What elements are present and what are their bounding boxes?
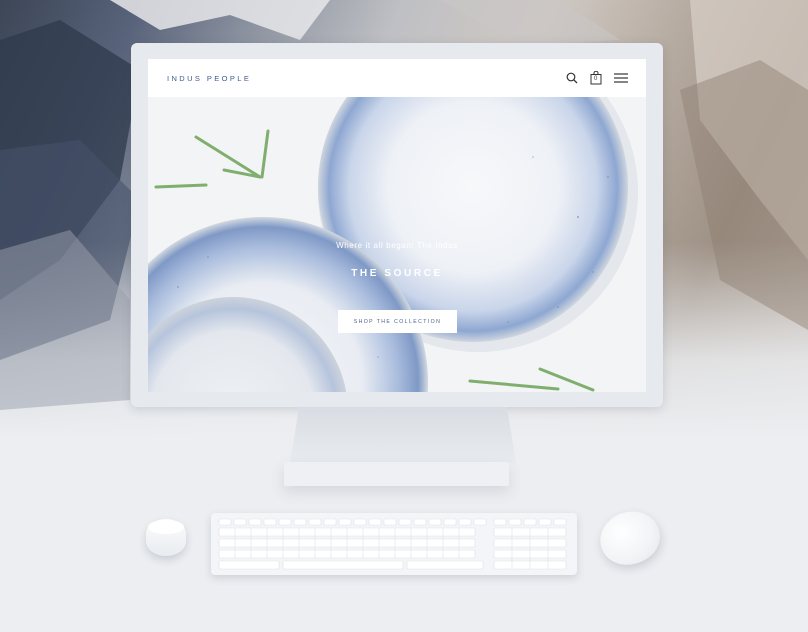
site-header: INDUS PEOPLE 0 xyxy=(148,59,646,97)
keyboard xyxy=(211,513,577,575)
cart-count: 0 xyxy=(594,76,598,82)
hero-banner: Where it all began: The Indus THE SOURCE… xyxy=(148,97,646,392)
keyboard-keys xyxy=(218,518,567,570)
hamburger-menu-icon[interactable] xyxy=(614,73,628,83)
monitor-screen: INDUS PEOPLE 0 Where it all began: The I… xyxy=(148,59,646,392)
monitor-stand xyxy=(290,407,516,463)
mouse xyxy=(593,504,667,572)
hero-tagline: Where it all began: The Indus xyxy=(336,241,458,250)
search-icon[interactable] xyxy=(566,72,578,84)
shop-collection-button[interactable]: SHOP THE COLLECTION xyxy=(338,310,457,333)
brand-logo[interactable]: INDUS PEOPLE xyxy=(167,74,251,83)
header-actions: 0 xyxy=(566,71,628,85)
shopping-bag-icon[interactable]: 0 xyxy=(590,71,602,85)
monitor-stand-base xyxy=(284,462,509,486)
control-dial xyxy=(146,519,186,556)
hero-title: THE SOURCE xyxy=(351,268,443,279)
monitor-frame: INDUS PEOPLE 0 Where it all began: The I… xyxy=(131,43,663,407)
